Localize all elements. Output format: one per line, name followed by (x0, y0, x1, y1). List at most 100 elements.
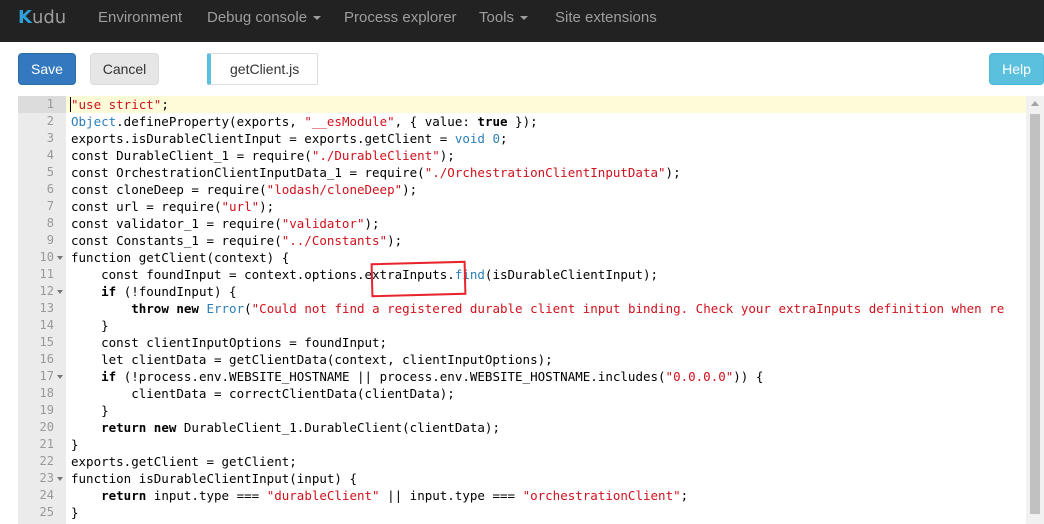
code-line[interactable]: 19 } (18, 402, 1044, 419)
nav-site-extensions[interactable]: Site extensions (555, 9, 657, 27)
fold-arrow-icon[interactable] (57, 290, 63, 294)
code-token: void (454, 131, 485, 146)
code-token: true (477, 114, 508, 129)
code-line[interactable]: 6 const cloneDeep = require("lodash/clone… (18, 181, 1044, 198)
code-text: if (!foundInput) { (71, 283, 237, 300)
nav-tools[interactable]: Tools (479, 9, 529, 27)
code-token: "lodash/cloneDeep" (266, 182, 403, 197)
code-line[interactable]: 15 const clientInputOptions = foundInput… (18, 334, 1044, 351)
code-token: (!process.env.WEBSITE_HOSTNAME || proces… (116, 369, 666, 384)
line-number: 3 (46, 131, 54, 145)
line-number: 12 (39, 284, 54, 298)
code-text: const cloneDeep = require("lodash/cloneD… (71, 181, 417, 198)
code-line[interactable]: 11 const foundInput = context.options.ex… (18, 266, 1044, 283)
code-editor[interactable]: 1 "use strict"; 2 Object.defineProperty(exp… (18, 96, 1044, 524)
line-number: 25 (39, 505, 54, 519)
code-token: (!foundInput) { (116, 284, 237, 299)
code-line[interactable]: 23 function isDurableClientInput(input) { (18, 470, 1044, 487)
code-line[interactable]: 5 const OrchestrationClientInputData_1 = … (18, 164, 1044, 181)
line-number: 14 (39, 318, 54, 332)
help-button[interactable]: Help (989, 53, 1044, 85)
code-token: "./OrchestrationClientInputData" (424, 165, 666, 180)
code-token: function isDurableClientInput(input) { (71, 471, 357, 486)
code-token: if (101, 284, 117, 299)
code-line[interactable]: 24 return input.type === "durableClient"… (18, 487, 1044, 504)
line-number: 8 (46, 216, 54, 230)
code-token: clientData = correctClientData(clientDat… (71, 386, 455, 401)
line-number: 16 (39, 352, 54, 366)
code-token: "__esModule" (304, 114, 395, 129)
code-line[interactable]: 17 if (!process.env.WEBSITE_HOSTNAME || … (18, 368, 1044, 385)
code-token: "durableClient" (266, 488, 380, 503)
code-line[interactable]: 8 const validator_1 = require("validator"… (18, 215, 1044, 232)
kudu-logo[interactable]: Kudu (18, 6, 66, 30)
fold-arrow-icon[interactable] (57, 477, 63, 481)
code-line[interactable]: 9 const Constants_1 = require("../Constan… (18, 232, 1044, 249)
code-text: const foundInput = context.options.extra… (71, 266, 658, 283)
code-line[interactable]: 3 exports.isDurableClientInput = exports.… (18, 130, 1044, 147)
code-token: const cloneDeep = require( (71, 182, 267, 197)
code-text: return input.type === "durableClient" ||… (71, 487, 688, 504)
code-token: "0.0.0.0" (665, 369, 734, 384)
code-line[interactable]: 10 function getClient(context) { (18, 249, 1044, 266)
nav-debug-console[interactable]: Debug console (207, 9, 322, 27)
line-number: 6 (46, 182, 54, 196)
code-token: (isDurableClientInput); (484, 267, 659, 282)
code-token: throw new (131, 301, 199, 316)
code-token: .defineProperty(exports, (116, 114, 305, 129)
code-line[interactable]: 18 clientData = correctClientData(client… (18, 385, 1044, 402)
code-token: ; (680, 488, 689, 503)
save-button[interactable]: Save (18, 53, 76, 85)
code-token: ); (665, 165, 681, 180)
code-line[interactable]: 1 "use strict"; (18, 96, 1044, 113)
code-text: } (71, 504, 79, 521)
code-line[interactable]: 14 } (18, 317, 1044, 334)
code-token: const url = require( (71, 199, 222, 214)
cancel-button[interactable]: Cancel (90, 53, 159, 85)
code-text: Object.defineProperty(exports, "__esModu… (71, 113, 538, 130)
code-token: exports.isDurableClientInput = exports.g… (71, 131, 455, 146)
line-number: 17 (39, 369, 54, 383)
code-token: )) { (733, 369, 764, 384)
code-token: || input.type === (379, 488, 523, 503)
code-token: ); (402, 182, 418, 197)
red-highlight-annotation (370, 260, 467, 298)
code-token: ; (499, 131, 508, 146)
scroll-up-arrow-icon[interactable] (1031, 101, 1039, 106)
line-number: 11 (39, 267, 54, 281)
fold-arrow-icon[interactable] (57, 256, 63, 260)
code-text: function isDurableClientInput(input) { (71, 470, 357, 487)
code-text: function getClient(context) { (71, 249, 289, 266)
code-line[interactable]: 7 const url = require("url"); (18, 198, 1044, 215)
nav-process-explorer[interactable]: Process explorer (344, 9, 457, 27)
fold-arrow-icon[interactable] (57, 375, 63, 379)
code-token: DurableClient_1.DurableClient(clientData… (176, 420, 500, 435)
code-token: "validator" (281, 216, 365, 231)
code-line[interactable]: 20 return new DurableClient_1.DurableCli… (18, 419, 1044, 436)
line-number: 15 (39, 335, 54, 349)
code-line[interactable]: 13 throw new Error("Could not find a reg… (18, 300, 1044, 317)
code-line[interactable]: 2 Object.defineProperty(exports, "__esMod… (18, 113, 1044, 130)
code-text: exports.isDurableClientInput = exports.g… (71, 130, 508, 147)
code-line[interactable]: 16 let clientData = getClientData(contex… (18, 351, 1044, 368)
code-token: , { value: (394, 114, 478, 129)
scrollbar-thumb[interactable] (1030, 114, 1040, 514)
nav-environment[interactable]: Environment (98, 9, 182, 27)
line-number: 19 (39, 403, 54, 417)
code-line[interactable]: 22 exports.getClient = getClient; (18, 453, 1044, 470)
code-line[interactable]: 4 const DurableClient_1 = require("./Dura… (18, 147, 1044, 164)
caret-down-icon (313, 16, 322, 21)
code-token: const validator_1 = require( (71, 216, 282, 231)
code-text: } (71, 317, 109, 334)
vertical-scrollbar[interactable] (1026, 96, 1044, 524)
line-number: 4 (46, 148, 54, 162)
code-text: return new DurableClient_1.DurableClient… (71, 419, 500, 436)
code-line[interactable]: 12 if (!foundInput) { (18, 283, 1044, 300)
code-line[interactable]: 25} (18, 504, 1044, 521)
code-token: ( (244, 301, 252, 316)
code-line[interactable]: 21} (18, 436, 1044, 453)
code-token: ; (161, 97, 169, 112)
code-token: Error (206, 301, 245, 316)
